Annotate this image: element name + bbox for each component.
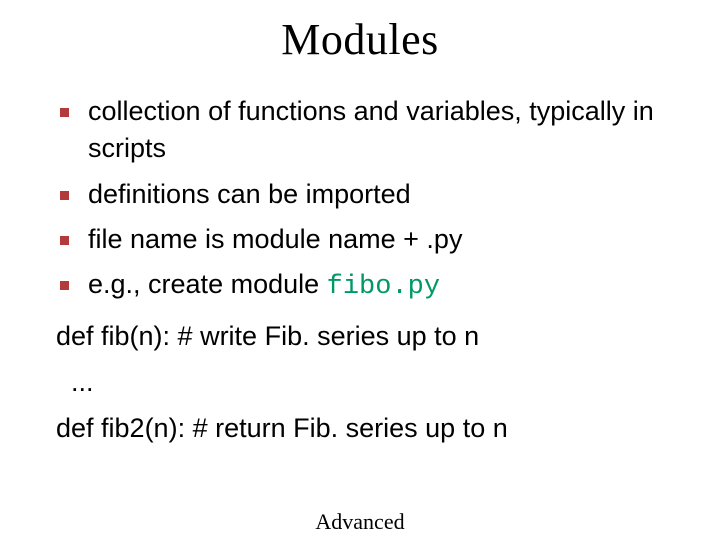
slide-body: collection of functions and variables, t… bbox=[0, 93, 720, 452]
code-line: def fib(n): # write Fib. series up to n bbox=[56, 314, 680, 360]
bullet-item: definitions can be imported bbox=[56, 176, 680, 213]
code-block: def fib(n): # write Fib. series up to n … bbox=[56, 314, 680, 452]
bullet-list: collection of functions and variables, t… bbox=[56, 93, 680, 306]
footer-line: Programming bbox=[0, 535, 720, 540]
bullet-text: e.g., create module bbox=[88, 269, 327, 299]
slide: Modules collection of functions and vari… bbox=[0, 14, 720, 540]
bullet-item: collection of functions and variables, t… bbox=[56, 93, 680, 168]
slide-title: Modules bbox=[0, 14, 720, 65]
bullet-item: file name is module name + .py bbox=[56, 221, 680, 258]
footer: Advanced Programming bbox=[0, 509, 720, 540]
code-line: ... bbox=[56, 360, 680, 406]
code-line: def fib2(n): # return Fib. series up to … bbox=[56, 406, 680, 452]
bullet-item: e.g., create module fibo.py bbox=[56, 266, 680, 306]
footer-line: Advanced bbox=[0, 509, 720, 534]
code-filename: fibo.py bbox=[327, 272, 440, 302]
